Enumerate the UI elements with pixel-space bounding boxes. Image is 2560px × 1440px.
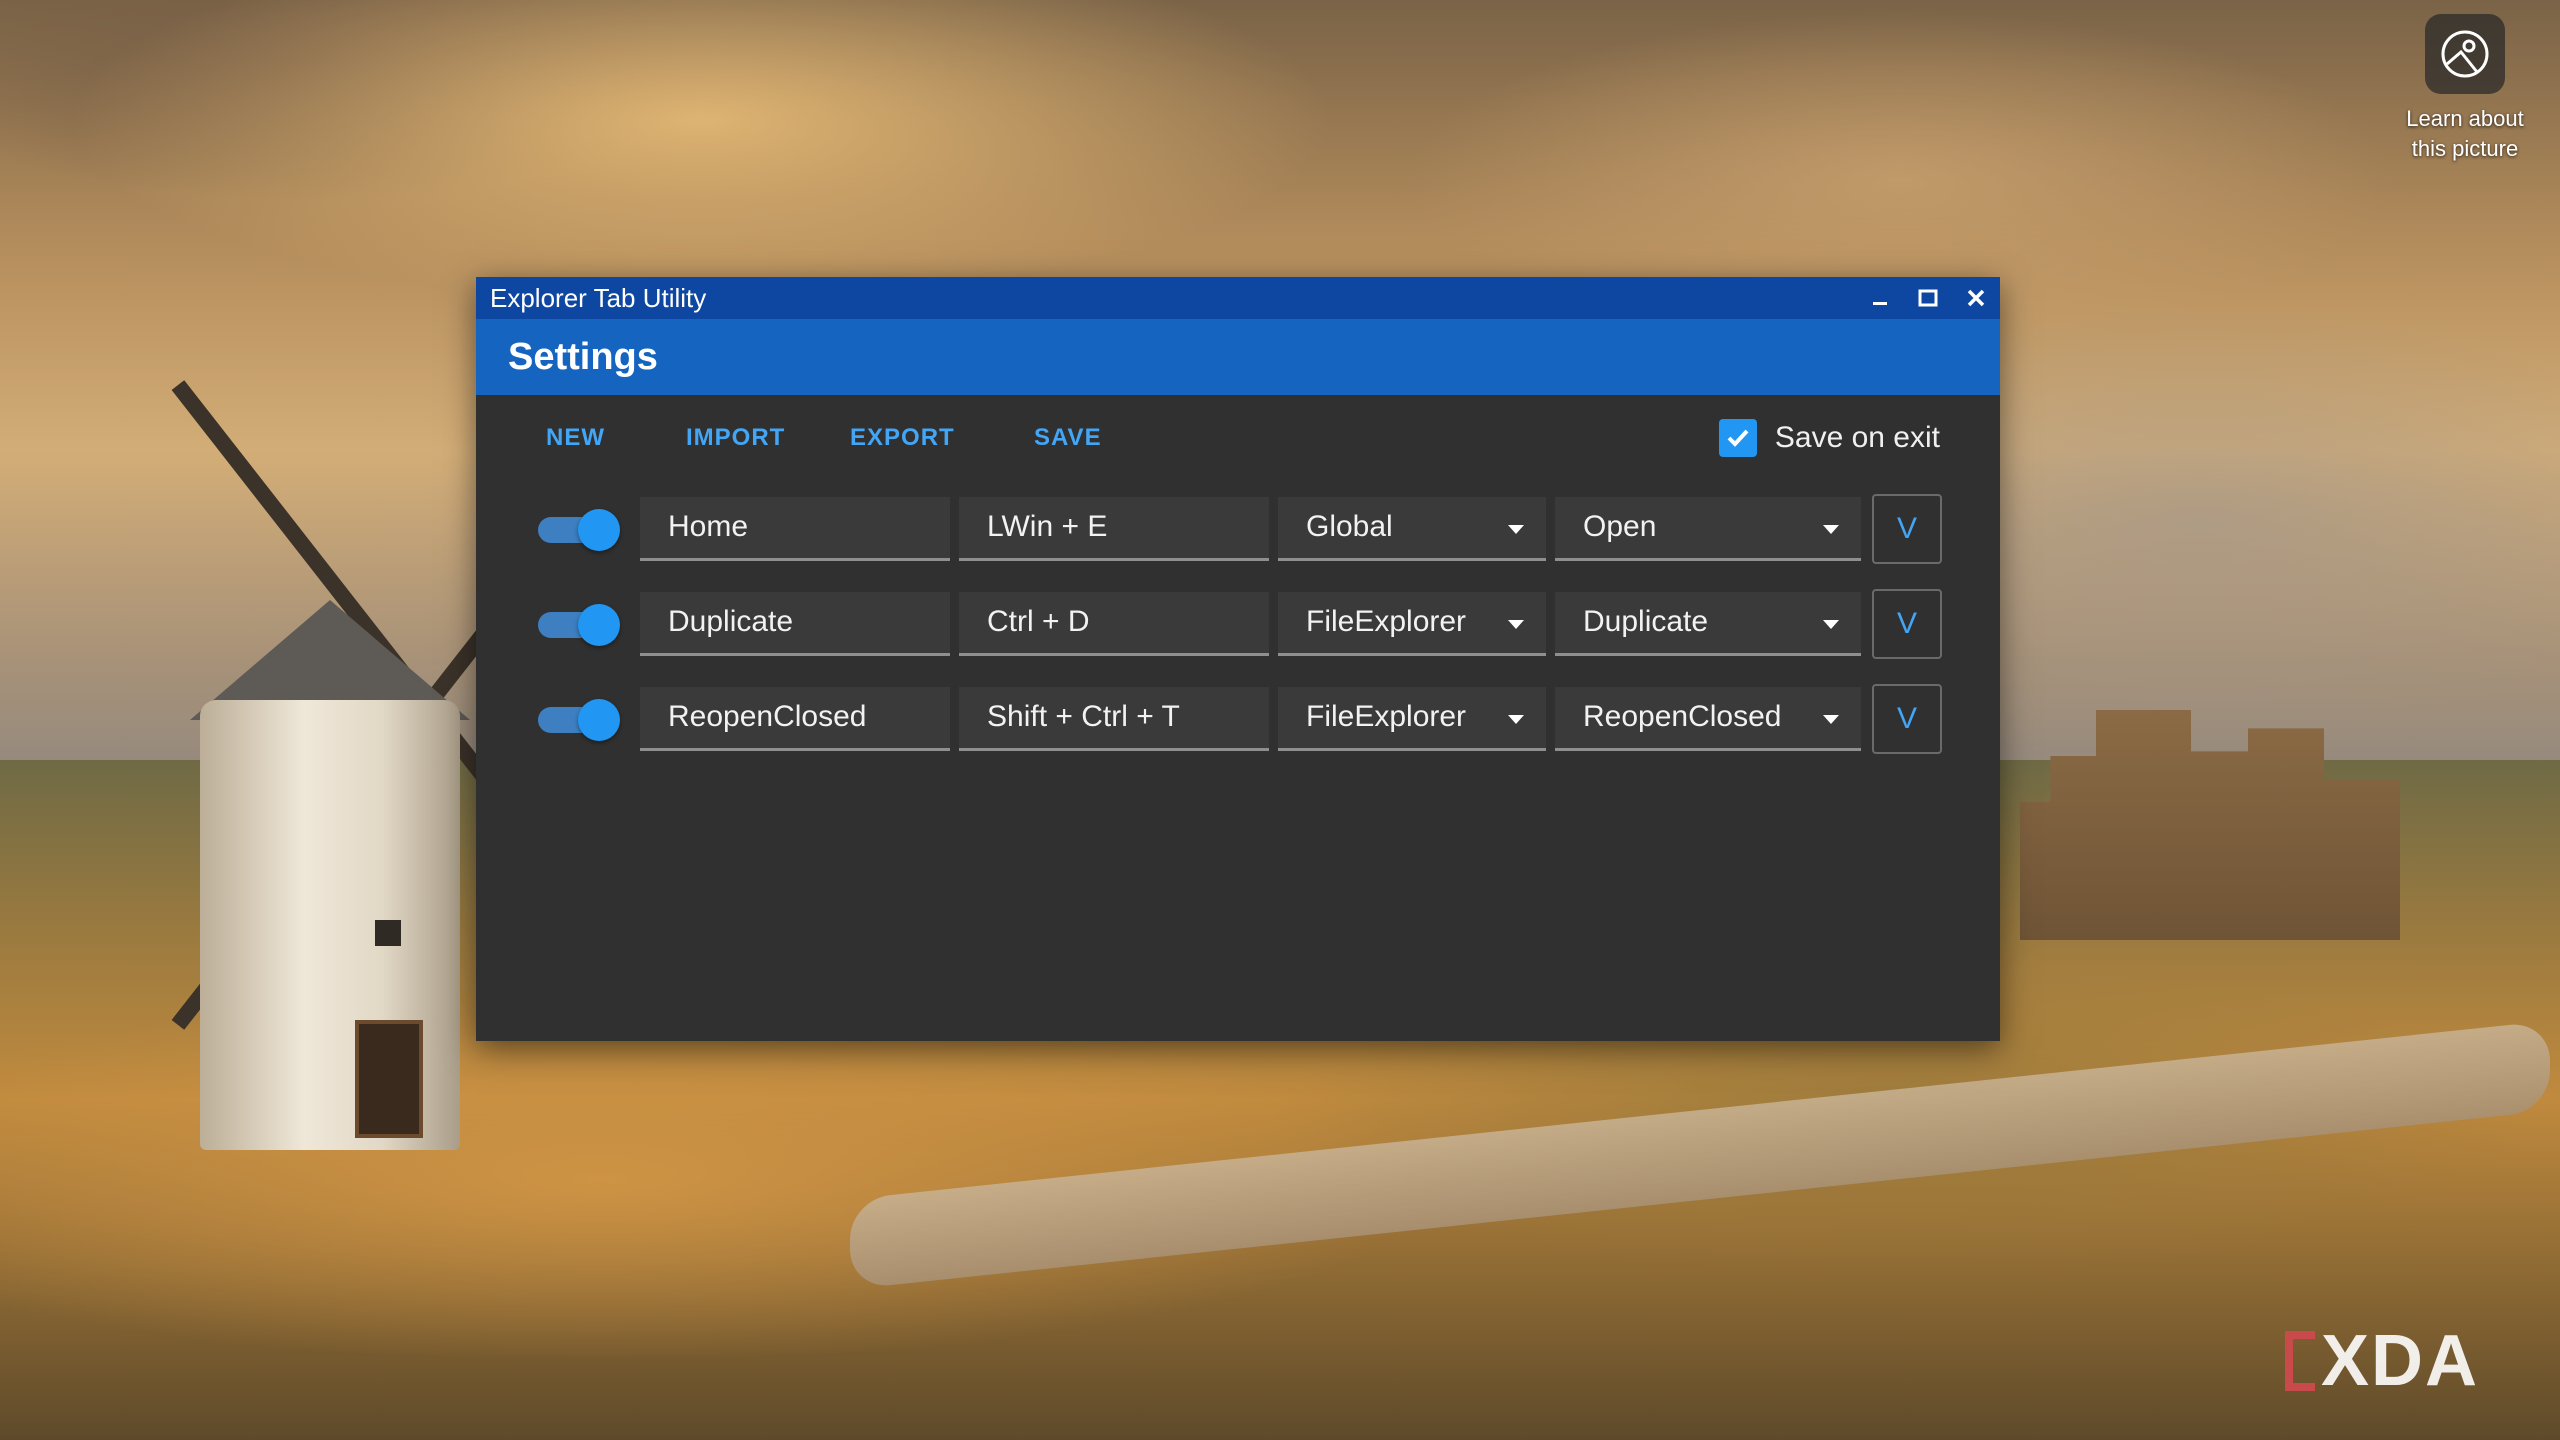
caret-down-icon [1508, 714, 1524, 724]
camera-lens-icon[interactable] [2425, 14, 2505, 94]
enable-toggle[interactable] [536, 698, 620, 741]
action-dropdown[interactable]: Duplicate [1555, 591, 1861, 656]
import-button[interactable]: IMPORT [686, 424, 850, 452]
scope-value: Global [1306, 510, 1393, 543]
checkmark-icon [1727, 429, 1749, 447]
action-value: ReopenClosed [1583, 700, 1782, 733]
learn-label-line2: this picture [2411, 136, 2519, 161]
maximize-button[interactable] [1904, 277, 1952, 319]
shortcut-name-field[interactable]: Home [640, 496, 950, 561]
save-on-exit-option[interactable]: Save on exit [1718, 395, 1940, 481]
xda-logo-text: XDA [2321, 1321, 2480, 1401]
expand-row-button[interactable]: V [1872, 588, 1942, 659]
windmill-door [355, 1020, 423, 1138]
caret-down-icon [1823, 619, 1839, 629]
shortcut-row: ReopenClosed Shift + Ctrl + T FileExplor… [536, 671, 2000, 766]
toggle-knob [578, 508, 620, 551]
export-button[interactable]: EXPORT [850, 424, 1034, 452]
toolbar: NEW IMPORT EXPORT SAVE Save on exit [476, 395, 2000, 481]
enable-toggle[interactable] [536, 508, 620, 551]
close-icon [1967, 289, 1985, 307]
expand-row-button[interactable]: V [1872, 683, 1942, 754]
learn-label-line1: Learn about [2406, 106, 2524, 131]
learn-about-picture[interactable]: Learn about this picture [2390, 14, 2540, 164]
shortcut-name-field[interactable]: ReopenClosed [640, 686, 950, 751]
hotkey-field[interactable]: Ctrl + D [959, 591, 1269, 656]
hotkey-field[interactable]: LWin + E [959, 496, 1269, 561]
hotkey-field[interactable]: Shift + Ctrl + T [959, 686, 1269, 751]
window-title: Explorer Tab Utility [490, 282, 707, 313]
shortcut-list: Home LWin + E Global Open V Duplicate Ct… [476, 481, 2000, 766]
save-button[interactable]: SAVE [1034, 424, 1102, 452]
maximize-icon [1918, 289, 1938, 307]
xda-logo-bracket [2285, 1331, 2315, 1391]
shortcut-row: Home LWin + E Global Open V [536, 481, 2000, 576]
close-button[interactable] [1952, 277, 2000, 319]
action-value: Open [1583, 510, 1657, 543]
explorer-tab-utility-window: Explorer Tab Utility Settings NEW IMPORT… [476, 277, 2000, 1041]
caret-down-icon [1823, 714, 1839, 724]
window-titlebar[interactable]: Explorer Tab Utility [476, 277, 2000, 319]
action-value: Duplicate [1583, 605, 1709, 638]
save-on-exit-label: Save on exit [1774, 421, 1940, 454]
shortcut-name-field[interactable]: Duplicate [640, 591, 950, 656]
learn-about-label: Learn about this picture [2390, 104, 2540, 164]
caret-down-icon [1823, 524, 1839, 534]
action-dropdown[interactable]: Open [1555, 496, 1861, 561]
toggle-knob [578, 698, 620, 741]
page-title: Settings [476, 319, 2000, 395]
scope-dropdown[interactable]: FileExplorer [1278, 686, 1546, 751]
scope-dropdown[interactable]: Global [1278, 496, 1546, 561]
save-on-exit-checkbox[interactable] [1718, 419, 1757, 457]
new-button[interactable]: NEW [546, 424, 686, 452]
scope-value: FileExplorer [1306, 605, 1467, 638]
shortcut-row: Duplicate Ctrl + D FileExplorer Duplicat… [536, 576, 2000, 671]
caret-down-icon [1508, 619, 1524, 629]
expand-row-button[interactable]: V [1872, 493, 1942, 564]
minimize-icon [1873, 302, 1887, 305]
enable-toggle[interactable] [536, 603, 620, 646]
xda-watermark: XDA [2285, 1320, 2479, 1402]
caret-down-icon [1508, 524, 1524, 534]
toggle-knob [578, 603, 620, 646]
minimize-button[interactable] [1856, 277, 1904, 319]
scope-dropdown[interactable]: FileExplorer [1278, 591, 1546, 656]
scope-value: FileExplorer [1306, 700, 1467, 733]
windmill-window [375, 920, 401, 946]
action-dropdown[interactable]: ReopenClosed [1555, 686, 1861, 751]
